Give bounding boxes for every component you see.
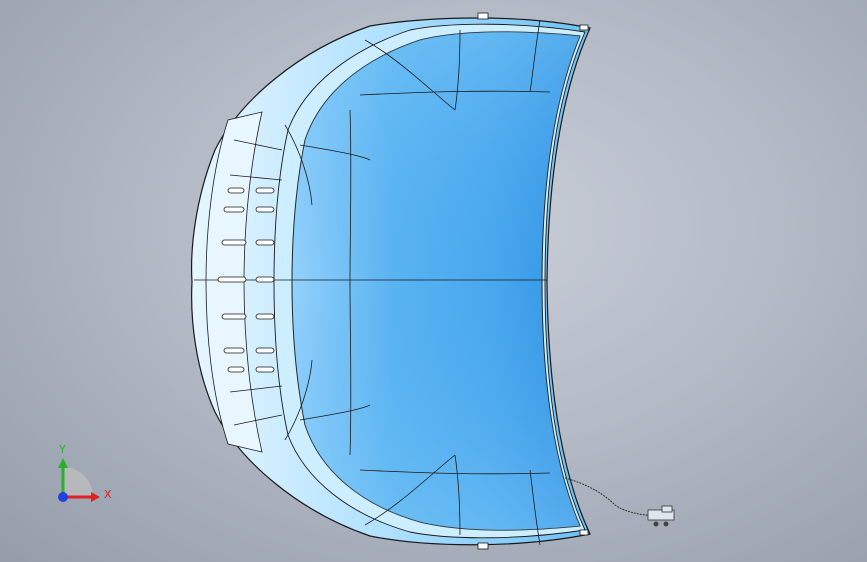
hood-model[interactable] <box>191 12 591 550</box>
panel-highlight <box>292 31 580 531</box>
y-axis-label: Y <box>58 443 66 456</box>
x-axis-label: X <box>104 488 112 501</box>
triad-plane <box>63 467 93 497</box>
y-arrow-head <box>58 458 68 468</box>
cad-viewport[interactable] <box>0 0 867 562</box>
x-arrow-head <box>91 492 100 502</box>
coordinate-triad: X Y <box>58 443 112 502</box>
z-axis-dot <box>58 492 68 502</box>
